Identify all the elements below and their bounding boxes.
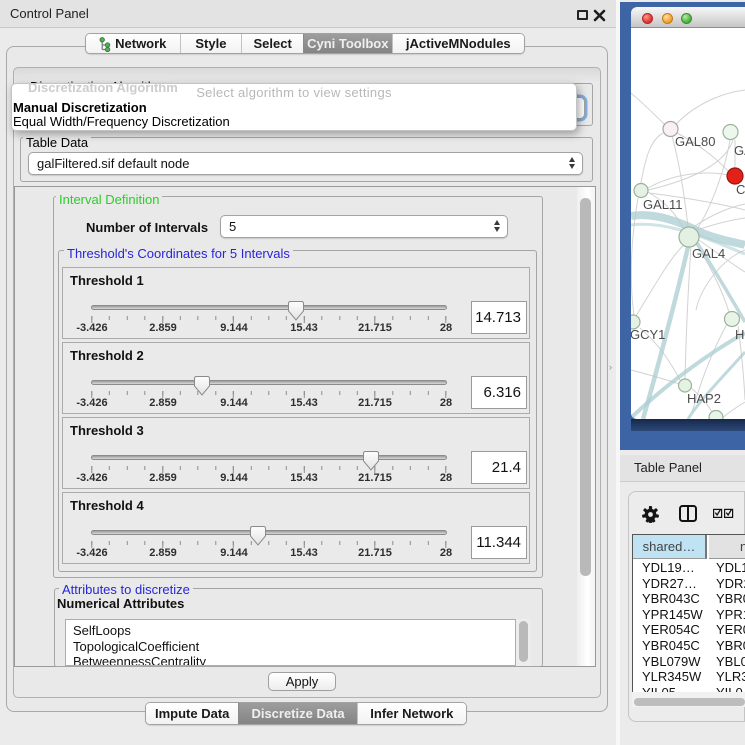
- svg-text:GAL11: GAL11: [643, 197, 683, 212]
- svg-text:GA: GA: [734, 143, 745, 158]
- svg-text:GAL80: GAL80: [675, 134, 715, 149]
- svg-text:GCY1: GCY1: [631, 327, 665, 342]
- svg-text:HAP2: HAP2: [687, 391, 721, 406]
- svg-text:HI: HI: [735, 327, 745, 342]
- svg-text:GAL4: GAL4: [692, 246, 725, 261]
- svg-text:C: C: [736, 182, 745, 197]
